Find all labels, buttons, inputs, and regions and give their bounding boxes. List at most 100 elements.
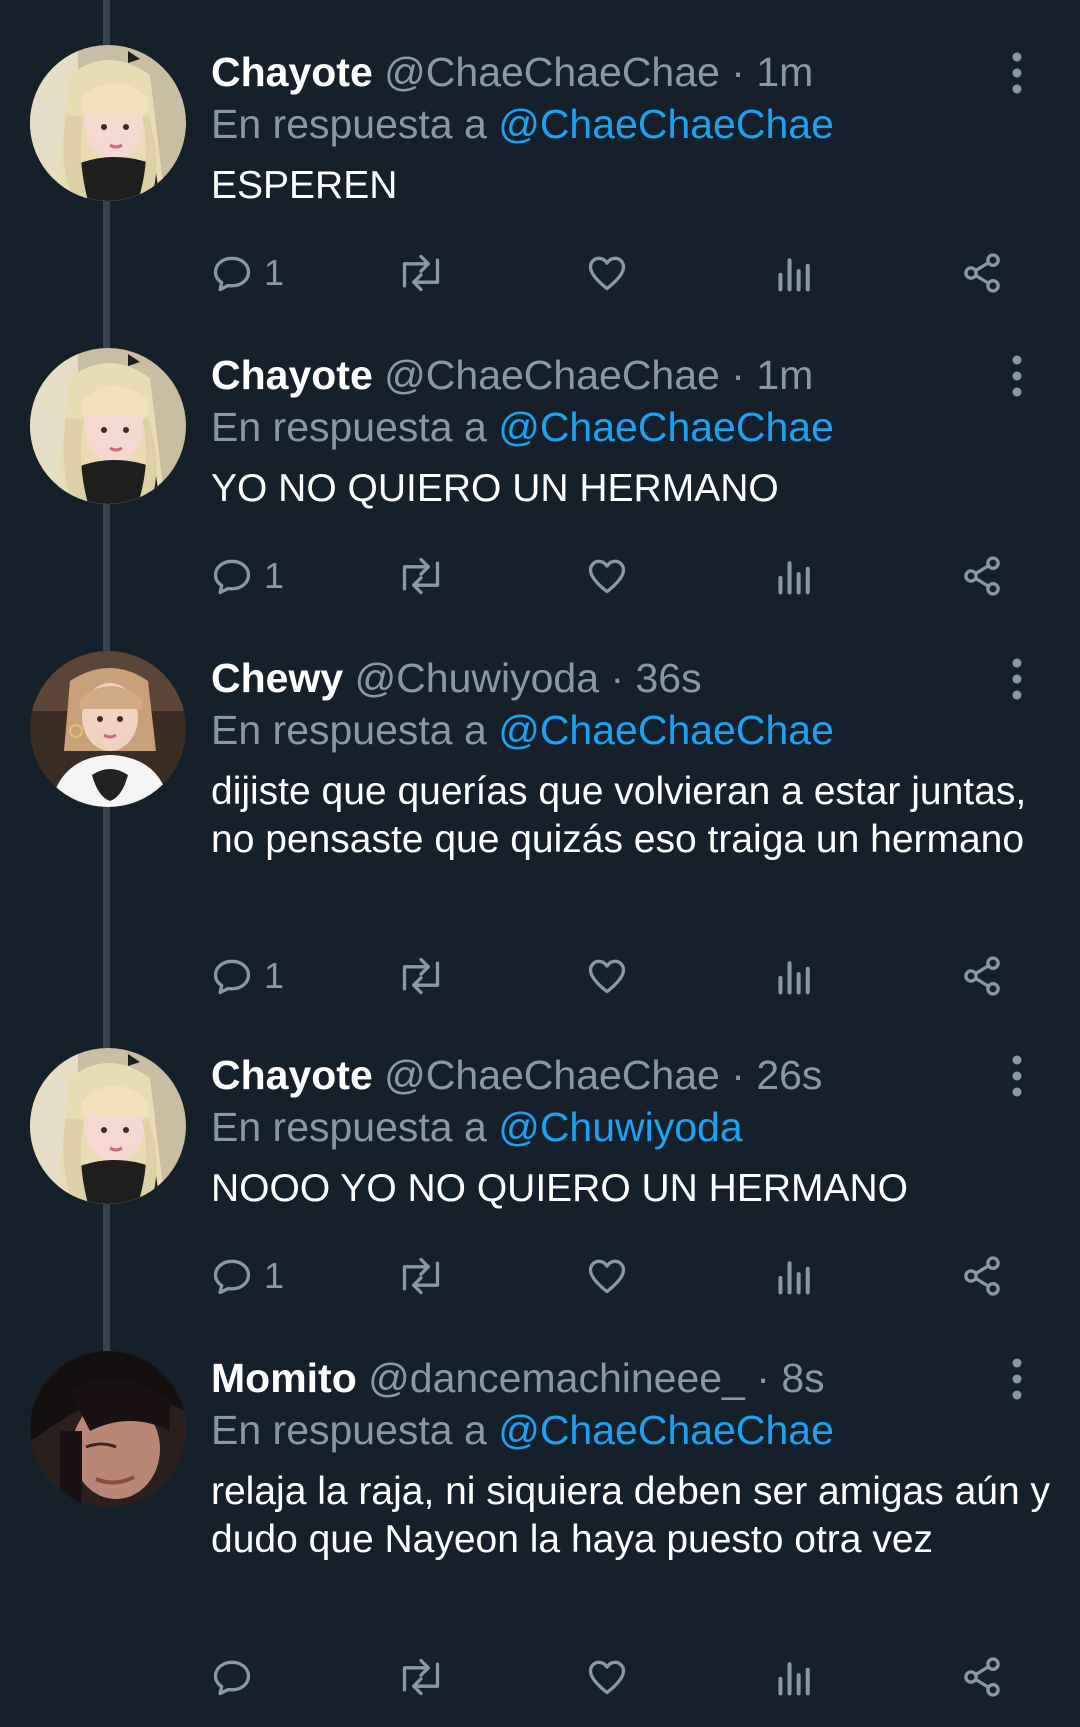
tweet[interactable]: Chayote @ChaeChaeChae · 26s En respuesta… xyxy=(0,1003,1080,1306)
tweet-actions: 1 xyxy=(200,243,1040,303)
avatar[interactable] xyxy=(30,348,186,504)
display-name[interactable]: Chewy xyxy=(211,655,343,701)
display-name[interactable]: Momito xyxy=(211,1355,357,1401)
reply-button[interactable]: 1 xyxy=(210,946,284,1006)
share-button[interactable] xyxy=(960,1246,1004,1306)
timestamp[interactable]: 1m xyxy=(756,352,813,398)
retweet-button[interactable] xyxy=(395,1246,447,1306)
tweet-text: ESPEREN xyxy=(211,164,398,207)
vertical-ellipsis-icon xyxy=(1012,355,1022,397)
retweet-arrows-icon xyxy=(402,1658,440,1696)
avatar[interactable] xyxy=(30,45,186,201)
retweet-button[interactable] xyxy=(395,243,447,303)
avatar-image xyxy=(30,1048,186,1204)
tweet-header: Chayote @ChaeChaeChae · 1m xyxy=(211,347,813,403)
share-button[interactable] xyxy=(960,946,1004,1006)
retweet-button[interactable] xyxy=(395,946,447,1006)
share-icon xyxy=(964,253,1000,293)
display-name[interactable]: Chayote xyxy=(211,352,373,398)
like-button[interactable] xyxy=(585,1647,629,1707)
analytics-button[interactable] xyxy=(775,546,815,606)
comment-bubble-icon xyxy=(213,959,251,995)
share-button[interactable] xyxy=(960,243,1004,303)
timestamp[interactable]: 8s xyxy=(781,1355,824,1401)
like-button[interactable] xyxy=(585,243,629,303)
reply-button[interactable]: 1 xyxy=(210,546,284,606)
like-button[interactable] xyxy=(585,1246,629,1306)
analytics-button[interactable] xyxy=(775,243,815,303)
share-icon xyxy=(964,956,1000,996)
retweet-arrows-icon xyxy=(402,957,440,995)
avatar[interactable] xyxy=(30,651,186,807)
reply-count: 1 xyxy=(264,555,285,596)
like-button[interactable] xyxy=(585,946,629,1006)
tweet-actions xyxy=(200,1647,1040,1707)
tweet-header: Chayote @ChaeChaeChae · 26s xyxy=(211,1047,822,1103)
timestamp[interactable]: 36s xyxy=(636,655,702,701)
more-options-button[interactable] xyxy=(1004,1053,1030,1099)
comment-bubble-icon xyxy=(213,1259,251,1295)
reply-prefix: En respuesta a xyxy=(211,707,487,753)
timestamp[interactable]: 1m xyxy=(756,49,813,95)
more-options-button[interactable] xyxy=(1004,353,1030,399)
separator-dot: · xyxy=(756,1355,770,1401)
more-options-button[interactable] xyxy=(1004,50,1030,96)
user-handle[interactable]: @Chuwiyoda xyxy=(355,655,599,701)
share-button[interactable] xyxy=(960,546,1004,606)
avatar[interactable] xyxy=(30,1048,186,1204)
share-button[interactable] xyxy=(960,1647,1004,1707)
user-handle[interactable]: @ChaeChaeChae xyxy=(384,1052,720,1098)
share-icon xyxy=(964,1657,1000,1697)
heart-icon xyxy=(588,256,626,291)
reply-target-link[interactable]: @ChaeChaeChae xyxy=(498,404,834,450)
tweet[interactable]: Chewy @Chuwiyoda · 36s En respuesta a @C… xyxy=(0,606,1080,1006)
display-name[interactable]: Chayote xyxy=(211,1052,373,1098)
analytics-button[interactable] xyxy=(775,946,815,1006)
user-handle[interactable]: @ChaeChaeChae xyxy=(384,49,720,95)
vertical-ellipsis-icon xyxy=(1012,1055,1022,1097)
user-handle[interactable]: @dancemachineee_ xyxy=(368,1355,745,1401)
reply-button[interactable]: 1 xyxy=(210,1246,284,1306)
avatar[interactable] xyxy=(30,1351,186,1507)
reply-context: En respuesta a @ChaeChaeChae xyxy=(211,1402,834,1458)
share-icon xyxy=(964,1256,1000,1296)
reply-prefix: En respuesta a xyxy=(211,101,487,147)
retweet-button[interactable] xyxy=(395,546,447,606)
reply-count: 1 xyxy=(264,252,285,293)
display-name[interactable]: Chayote xyxy=(211,49,373,95)
comment-bubble-icon xyxy=(213,559,251,595)
tweet-header: Chewy @Chuwiyoda · 36s xyxy=(211,650,702,706)
tweet-actions: 1 xyxy=(200,946,1040,1006)
like-button[interactable] xyxy=(585,546,629,606)
more-options-button[interactable] xyxy=(1004,1356,1030,1402)
user-handle[interactable]: @ChaeChaeChae xyxy=(384,352,720,398)
tweet[interactable]: Chayote @ChaeChaeChae · 1m En respuesta … xyxy=(0,303,1080,606)
vertical-ellipsis-icon xyxy=(1012,52,1022,94)
avatar-image xyxy=(30,45,186,201)
reply-target-link[interactable]: @ChaeChaeChae xyxy=(498,707,834,753)
bar-chart-icon xyxy=(778,561,810,595)
bar-chart-icon xyxy=(778,1662,810,1696)
reply-target-link[interactable]: @Chuwiyoda xyxy=(498,1104,742,1150)
reply-target-link[interactable]: @ChaeChaeChae xyxy=(498,1407,834,1453)
timestamp[interactable]: 26s xyxy=(756,1052,822,1098)
bar-chart-icon xyxy=(778,961,810,995)
reply-prefix: En respuesta a xyxy=(211,1407,487,1453)
reply-button[interactable] xyxy=(210,1647,264,1707)
heart-icon xyxy=(588,559,626,594)
tweet[interactable]: Chayote @ChaeChaeChae · 1m En respuesta … xyxy=(0,0,1080,303)
separator-dot: · xyxy=(610,655,625,701)
reply-context: En respuesta a @ChaeChaeChae xyxy=(211,399,834,455)
reply-target-link[interactable]: @ChaeChaeChae xyxy=(498,101,834,147)
analytics-button[interactable] xyxy=(775,1647,815,1707)
reply-count: 1 xyxy=(264,955,285,996)
retweet-button[interactable] xyxy=(395,1647,447,1707)
more-options-button[interactable] xyxy=(1004,656,1030,702)
vertical-ellipsis-icon xyxy=(1012,658,1022,700)
tweet[interactable]: Momito @dancemachineee_ · 8s En respuest… xyxy=(0,1306,1080,1727)
separator-dot: · xyxy=(731,352,745,398)
reply-button[interactable]: 1 xyxy=(210,243,284,303)
retweet-arrows-icon xyxy=(402,1257,440,1295)
analytics-button[interactable] xyxy=(775,1246,815,1306)
heart-icon xyxy=(588,1660,626,1695)
